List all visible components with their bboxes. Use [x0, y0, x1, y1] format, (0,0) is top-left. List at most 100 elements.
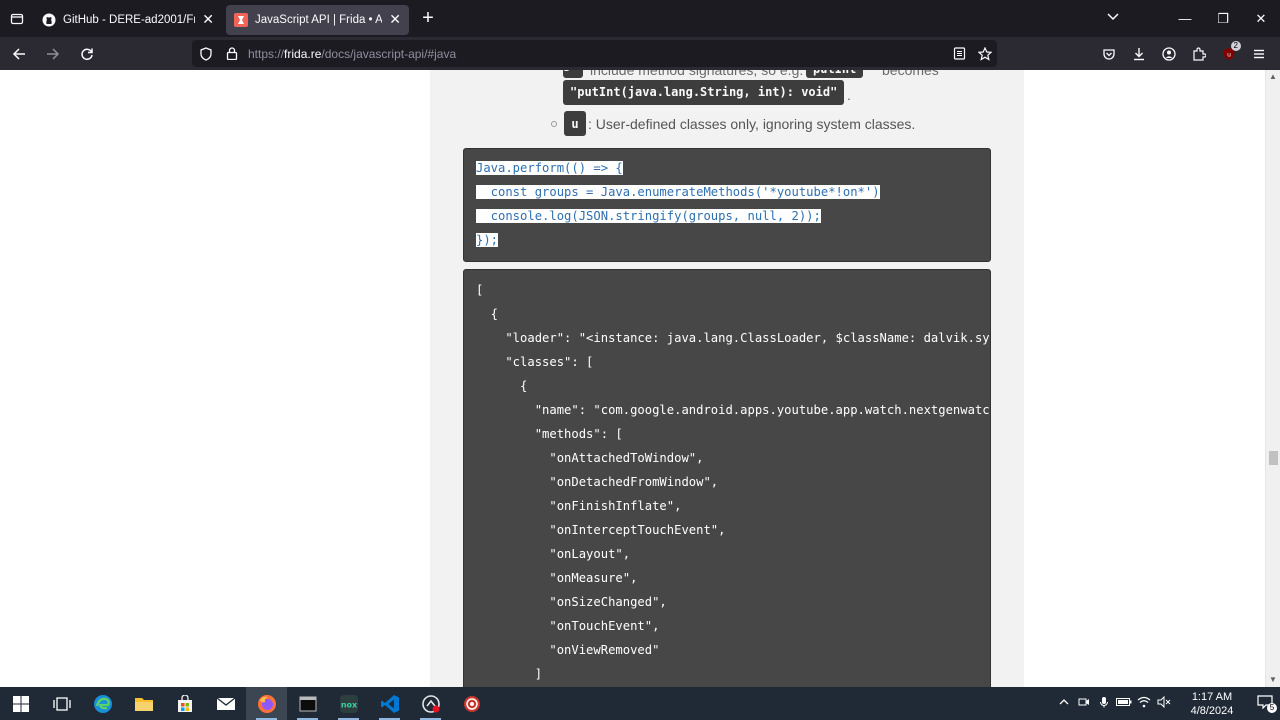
- mail-icon[interactable]: [205, 687, 246, 720]
- tab-github[interactable]: GitHub - DERE-ad2001/Frida-L ✕: [34, 5, 222, 35]
- extension-badge: 2: [1230, 41, 1241, 51]
- code-line: "onAttachedToWindow",: [476, 451, 704, 465]
- page-viewport: s include method signatures, so e.g. put…: [0, 70, 1280, 687]
- task-view-icon[interactable]: [41, 687, 82, 720]
- file-explorer-icon[interactable]: [123, 687, 164, 720]
- url-domain: frida.re: [284, 46, 322, 61]
- inline-code-signature: "putInt(java.lang.String, int): void": [563, 80, 845, 105]
- nox-icon[interactable]: nox: [328, 687, 369, 720]
- code-line: Java.perform(() => {: [476, 161, 623, 175]
- chevron-up-icon[interactable]: [1054, 697, 1074, 710]
- store-icon[interactable]: [164, 687, 205, 720]
- forward-icon[interactable]: [38, 40, 68, 68]
- code-line: [: [476, 283, 484, 297]
- tab-title: JavaScript API | Frida • A world: [255, 13, 383, 26]
- new-tab-icon[interactable]: +: [413, 4, 443, 34]
- extensions-icon[interactable]: [1184, 40, 1214, 67]
- code-line: "onInterceptTouchEvent",: [476, 523, 726, 537]
- clock-time: 1:17 AM: [1191, 690, 1233, 703]
- ublock-extension-icon[interactable]: u 2: [1214, 40, 1244, 67]
- tab-list-icon[interactable]: [0, 0, 34, 37]
- scroll-down-icon[interactable]: ▼: [1269, 676, 1277, 684]
- firefox-icon[interactable]: [246, 687, 287, 720]
- bookmark-star-icon[interactable]: [973, 46, 997, 61]
- meet-now-icon[interactable]: [1074, 696, 1094, 711]
- option-s-description: include method signatures, so e.g.: [590, 70, 804, 78]
- reload-icon[interactable]: [72, 40, 102, 68]
- code-line: "onFinishInflate",: [476, 499, 682, 513]
- clock-date: 4/8/2024: [1190, 704, 1234, 717]
- inline-code-s: s: [563, 70, 583, 78]
- list-bullet: [551, 120, 557, 127]
- chevron-down-icon[interactable]: [1106, 9, 1120, 28]
- code-line: "name": "com.google.android.apps.youtube…: [476, 403, 990, 417]
- pocket-icon[interactable]: [1094, 40, 1124, 67]
- code-line: "onViewRemoved": [476, 643, 660, 657]
- app-icon-globe[interactable]: [451, 687, 492, 720]
- restore-icon[interactable]: ❐: [1204, 11, 1242, 27]
- url-prefix: https://: [248, 46, 285, 61]
- code-line: "onMeasure",: [476, 571, 638, 585]
- svg-text:u: u: [1227, 51, 1231, 58]
- clock[interactable]: 1:17 AM 4/8/2024: [1182, 690, 1242, 718]
- code-line: "loader": "<instance: java.lang.ClassLoa…: [476, 331, 990, 345]
- tab-frida[interactable]: JavaScript API | Frida • A world ✕: [226, 4, 409, 35]
- code-line: "onTouchEvent",: [476, 619, 660, 633]
- battery-icon[interactable]: [1114, 697, 1134, 710]
- selected-code-text: console.log(JSON.stringify(groups, null,…: [476, 209, 821, 223]
- list-item-option-u: u : User-defined classes only, ignoring …: [551, 111, 915, 136]
- windows-start-icon[interactable]: [0, 687, 41, 720]
- menu-icon[interactable]: [1244, 40, 1274, 67]
- microphone-icon[interactable]: [1094, 696, 1114, 711]
- inline-code-putint: putInt: [806, 70, 864, 78]
- page-scrollbar[interactable]: ▲ ▼: [1265, 70, 1280, 687]
- frida-icon: [234, 12, 248, 27]
- lock-icon[interactable]: [220, 47, 244, 60]
- option-u-description: : User-defined classes only, ignoring sy…: [588, 115, 916, 132]
- close-tab-icon[interactable]: ✕: [389, 11, 401, 28]
- back-icon[interactable]: [4, 40, 34, 68]
- selected-code-text: Java.perform(() => {: [476, 161, 623, 175]
- selected-code-text: const groups = Java.enumerateMethods('*y…: [476, 185, 880, 199]
- code-line: console.log(JSON.stringify(groups, null,…: [476, 209, 821, 223]
- scroll-up-icon[interactable]: ▲: [1269, 73, 1277, 81]
- app-icon-red[interactable]: [410, 687, 451, 720]
- code-output-block[interactable]: [ { "loader": "<instance: java.lang.Clas…: [463, 269, 991, 687]
- wifi-icon[interactable]: [1134, 696, 1154, 711]
- code-line: });: [476, 233, 499, 247]
- code-line: "onDetachedFromWindow",: [476, 475, 719, 489]
- window-controls: — ❐ ✕: [1166, 0, 1280, 37]
- downloads-icon[interactable]: [1124, 40, 1154, 67]
- notification-center-icon[interactable]: 5: [1250, 695, 1280, 713]
- url-path: /docs/javascript-api/#java: [321, 46, 457, 61]
- terminal-icon[interactable]: [287, 687, 328, 720]
- code-example-block[interactable]: Java.perform(() => { const groups = Java…: [463, 148, 991, 262]
- tab-bar: GitHub - DERE-ad2001/Frida-L ✕ JavaScrip…: [0, 0, 1280, 37]
- selected-code-text: });: [476, 233, 499, 247]
- close-tab-icon[interactable]: ✕: [202, 11, 214, 28]
- scrollbar-thumb[interactable]: [1269, 451, 1278, 465]
- tab-title: GitHub - DERE-ad2001/Frida-L: [63, 13, 196, 26]
- minimize-icon[interactable]: —: [1166, 11, 1204, 26]
- system-tray: 1:17 AM 4/8/2024 5: [1054, 687, 1280, 720]
- address-bar[interactable]: https://frida.re/docs/javascript-api/#ja…: [192, 40, 997, 67]
- account-icon[interactable]: [1154, 40, 1184, 67]
- volume-muted-icon[interactable]: [1154, 695, 1174, 711]
- code-line: "onLayout",: [476, 547, 631, 561]
- code-line: const groups = Java.enumerateMethods('*y…: [476, 185, 880, 199]
- github-icon: [42, 13, 56, 27]
- url-text[interactable]: https://frida.re/docs/javascript-api/#ja…: [248, 47, 945, 61]
- close-window-icon[interactable]: ✕: [1242, 11, 1280, 27]
- inline-code-u: u: [564, 111, 586, 136]
- notification-count: 5: [1267, 703, 1277, 713]
- code-line: "onSizeChanged",: [476, 595, 667, 609]
- windows-taskbar: nox 1:17 AM 4/8/2024 5: [0, 687, 1280, 720]
- shield-icon[interactable]: [194, 46, 218, 61]
- edge-icon[interactable]: [82, 687, 123, 720]
- code-line: "classes": [: [476, 355, 594, 369]
- reader-view-icon[interactable]: [947, 47, 971, 60]
- vscode-icon[interactable]: [369, 687, 410, 720]
- option-s-becomes: becomes: [882, 70, 939, 78]
- sentence-period: .: [847, 87, 851, 103]
- code-line: {: [476, 379, 528, 393]
